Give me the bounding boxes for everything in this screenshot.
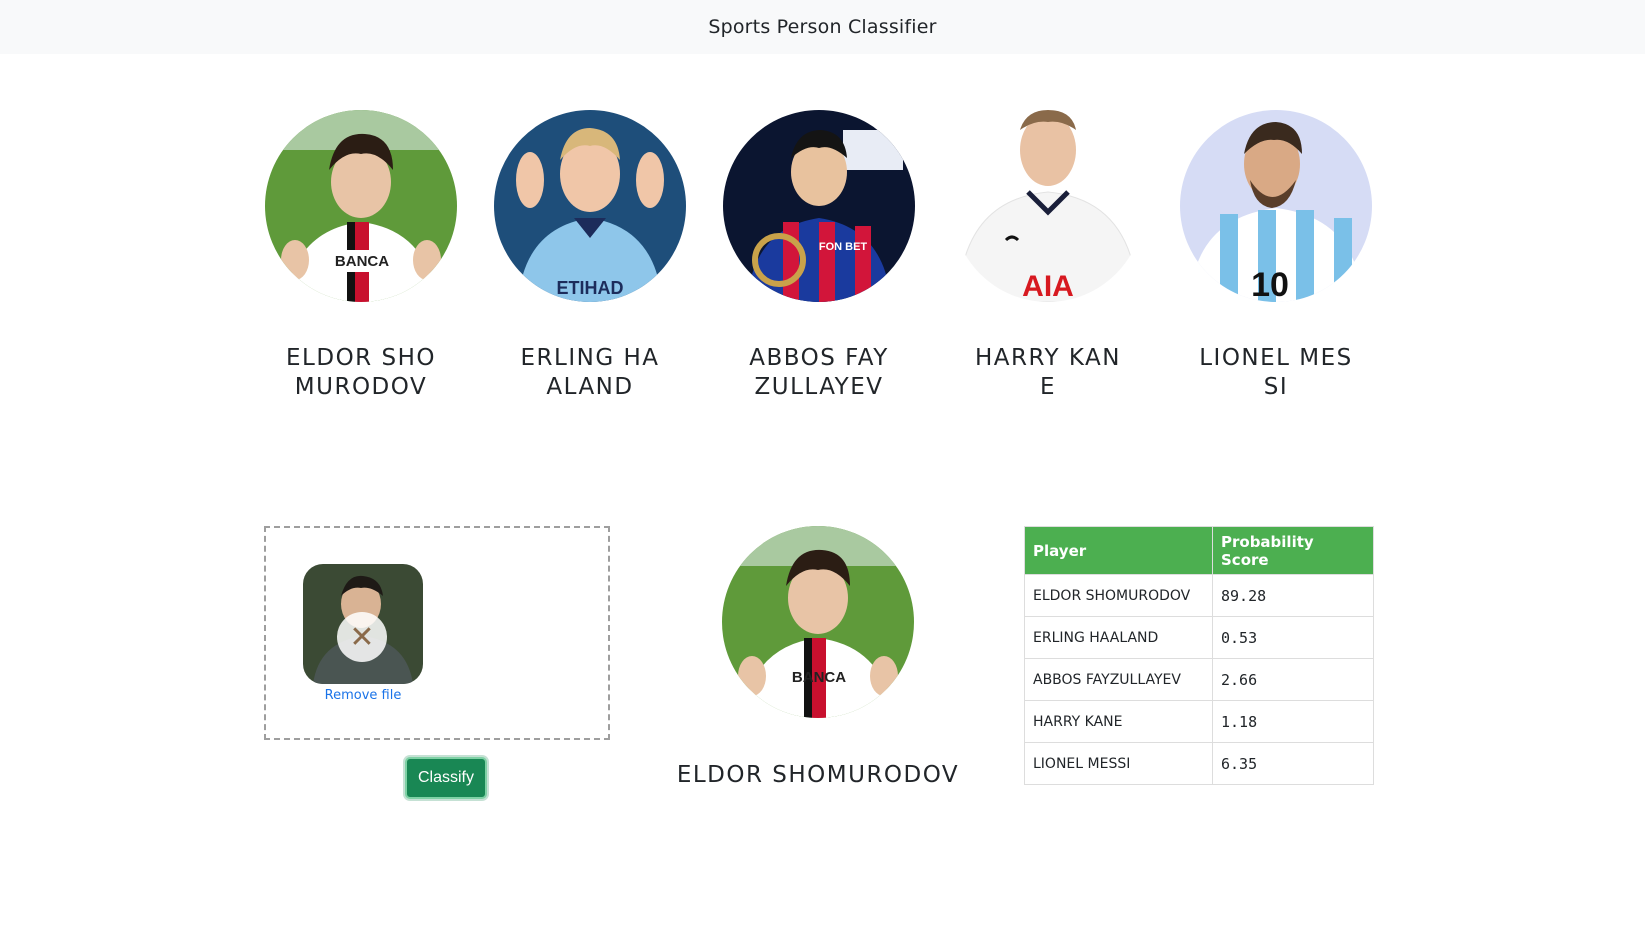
row-player: ELDOR SHOMURODOV <box>1024 574 1213 617</box>
result-card: BANCA <box>722 526 914 718</box>
player-card-haaland: ETIHAD Erling Haaland <box>494 110 686 402</box>
column-header-score: Probability Score <box>1212 526 1374 575</box>
player-photo-shomurodov: BANCA <box>265 110 457 302</box>
result-photo: BANCA <box>722 526 914 718</box>
uploaded-image-thumbnail: ✕ <box>303 564 423 684</box>
table-row: HARRY KANE 1.18 <box>1024 700 1374 743</box>
navbar: Sports Person Classifier <box>0 0 1645 54</box>
table-row: ERLING HAALAND 0.53 <box>1024 616 1374 659</box>
player-photo-fayzullayev: FON BET <box>723 110 915 302</box>
player-card-messi: 10 Lionel Messi <box>1180 110 1372 402</box>
jersey-text: 10 <box>1251 266 1289 302</box>
player-name: Erling Haaland <box>520 345 660 400</box>
classify-button[interactable]: Classify <box>405 757 487 799</box>
row-player: LIONEL MESSI <box>1024 742 1213 785</box>
jersey-text: AIA <box>1022 270 1074 302</box>
table-row: ABBOS FAYZULLAYEV 2.66 <box>1024 658 1374 701</box>
row-score: 6.35 <box>1212 742 1374 785</box>
player-name: Abbos Fayzullayev <box>749 345 889 400</box>
row-score: 0.53 <box>1212 616 1374 659</box>
row-player: HARRY KANE <box>1024 700 1213 743</box>
image-dropzone[interactable]: ✕ Remove file <box>264 526 610 740</box>
remove-file-link[interactable]: Remove file <box>303 688 423 703</box>
row-player: ERLING HAALAND <box>1024 616 1213 659</box>
navbar-brand[interactable]: Sports Person Classifier <box>708 16 936 38</box>
row-player: ABBOS FAYZULLAYEV <box>1024 658 1213 701</box>
player-photo-messi: 10 <box>1180 110 1372 302</box>
cigar-remove-icon[interactable]: ✕ <box>337 612 387 662</box>
jersey-text: BANCA <box>335 253 389 270</box>
player-name: Harry Kane <box>975 345 1121 400</box>
player-card-shomurodov: BANCA Eldor Shomurodov <box>265 110 457 402</box>
player-card-fayzullayev: FON BET Abbos Fayzullayev <box>723 110 915 402</box>
player-name: Lionel Messi <box>1199 345 1353 400</box>
player-card-kane: AIA Harry Kane <box>952 110 1144 402</box>
result-player-name: Eldor Shomurodov <box>676 762 960 788</box>
table-row: ELDOR SHOMURODOV 89.28 <box>1024 574 1374 617</box>
row-score: 2.66 <box>1212 658 1374 701</box>
table-header-row: Player Probability Score <box>1024 526 1374 575</box>
player-photo-haaland: ETIHAD <box>494 110 686 302</box>
player-photo-kane: AIA <box>952 110 1144 302</box>
table-row: LIONEL MESSI 6.35 <box>1024 742 1374 785</box>
row-score: 89.28 <box>1212 574 1374 617</box>
column-header-player: Player <box>1024 526 1213 575</box>
jersey-text: ETIHAD <box>557 278 624 298</box>
player-name: Eldor Shomurodov <box>286 345 436 400</box>
probability-table: Player Probability Score ELDOR SHOMURODO… <box>1024 526 1374 785</box>
row-score: 1.18 <box>1212 700 1374 743</box>
jersey-text: FON BET <box>819 241 868 253</box>
jersey-text: BANCA <box>792 669 846 686</box>
